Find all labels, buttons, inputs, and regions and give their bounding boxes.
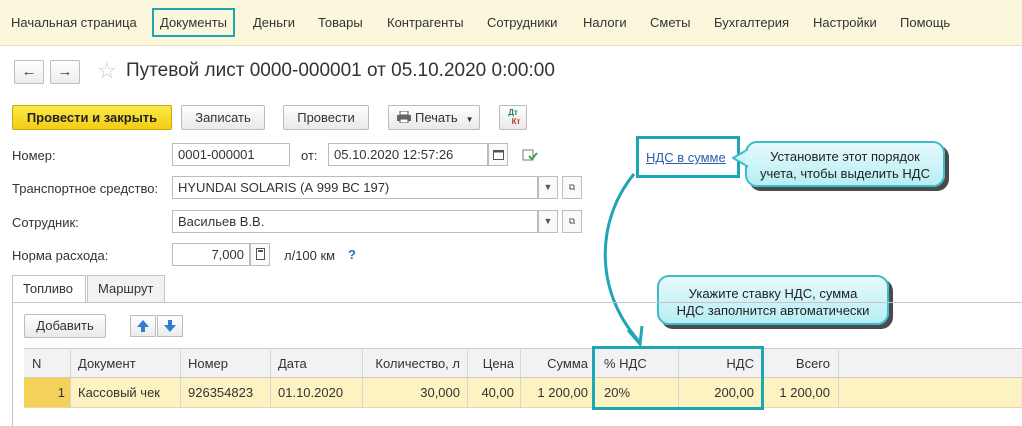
cell-n[interactable]: 1 <box>24 378 70 407</box>
chevron-down-icon: ▼ <box>543 182 553 192</box>
arrow-left-icon: ← <box>21 63 37 80</box>
chevron-down-icon: ▼ <box>543 216 553 226</box>
arrow-right-icon: → <box>57 63 73 80</box>
move-down-button[interactable] <box>157 315 183 337</box>
calculator-button[interactable] <box>250 243 270 266</box>
column-divider <box>520 348 521 408</box>
employee-field[interactable]: Васильев В.В. <box>172 210 538 233</box>
menu-item-taxes[interactable]: Налоги <box>583 15 627 30</box>
open-link-icon: ⧉ <box>568 216 576 226</box>
post-button[interactable]: Провести <box>283 105 369 130</box>
column-divider <box>180 348 181 408</box>
cell-price[interactable]: 40,00 <box>474 378 514 407</box>
menu-item-documents[interactable]: Документы <box>152 8 236 37</box>
employee-dropdown-button[interactable]: ▼ <box>538 210 558 233</box>
tab-route[interactable]: Маршрут <box>87 275 165 302</box>
arrow-down-icon <box>164 320 176 332</box>
cell-date[interactable]: 01.10.2020 <box>278 378 343 407</box>
menu-item-accounting[interactable]: Бухгалтерия <box>714 15 789 30</box>
calculator-icon <box>255 248 265 260</box>
calendar-icon <box>492 150 504 160</box>
add-row-button[interactable]: Добавить <box>24 314 106 338</box>
column-divider <box>270 348 271 408</box>
dt-label: Дт <box>508 108 518 117</box>
employee-open-button[interactable]: ⧉ <box>562 210 582 233</box>
top-menu: Начальная страница Документы Деньги Това… <box>0 0 1022 46</box>
chevron-down-icon: ▼ <box>465 115 474 124</box>
cell-total[interactable]: 1 200,00 <box>764 378 830 407</box>
vehicle-open-button[interactable]: ⧉ <box>562 176 582 199</box>
col-sum[interactable]: Сумма <box>524 349 588 378</box>
consumption-rate-unit: л/100 км <box>284 248 336 263</box>
cell-number[interactable]: 926354823 <box>188 378 253 407</box>
employee-label: Сотрудник: <box>12 215 79 230</box>
back-button[interactable]: ← <box>14 60 44 84</box>
date-label: от: <box>301 148 318 163</box>
print-button[interactable]: Печать ▼ <box>388 105 480 130</box>
calendar-button[interactable] <box>488 143 508 166</box>
callout-pointer-icon <box>732 148 748 168</box>
move-up-button[interactable] <box>130 315 156 337</box>
vat-in-amount-link[interactable]: НДС в сумме <box>646 150 726 165</box>
number-field[interactable]: 0001-000001 <box>172 143 290 166</box>
column-divider <box>70 348 71 408</box>
callout-vat-order-line2: учета, чтобы выделить НДС <box>760 166 930 181</box>
dt-kt-button[interactable]: Дт Кт <box>499 105 527 130</box>
vehicle-dropdown-button[interactable]: ▼ <box>538 176 558 199</box>
arrow-up-icon <box>137 320 149 332</box>
date-field[interactable]: 05.10.2020 12:57:26 <box>328 143 488 166</box>
tab-fuel[interactable]: Топливо <box>12 275 86 303</box>
col-number[interactable]: Номер <box>188 349 228 378</box>
cell-quantity[interactable]: 30,000 <box>360 378 460 407</box>
help-question-icon[interactable]: ? <box>348 247 356 262</box>
menu-item-home[interactable]: Начальная страница <box>11 15 137 30</box>
consumption-rate-field[interactable]: 7,000 <box>172 243 250 266</box>
print-label: Печать <box>415 110 458 125</box>
col-date[interactable]: Дата <box>278 349 307 378</box>
col-price[interactable]: Цена <box>474 349 514 378</box>
menu-item-counterparties[interactable]: Контрагенты <box>387 15 464 30</box>
menu-item-estimates[interactable]: Сметы <box>650 15 690 30</box>
callout-vat-rate-line1: Укажите ставку НДС, сумма <box>688 286 858 301</box>
favorite-star-icon[interactable]: ☆ <box>97 58 117 84</box>
forward-button[interactable]: → <box>50 60 80 84</box>
post-and-close-button[interactable]: Провести и закрыть <box>12 105 172 130</box>
column-divider <box>467 348 468 408</box>
consumption-rate-label: Норма расхода: <box>12 248 109 263</box>
cell-sum[interactable]: 1 200,00 <box>524 378 588 407</box>
menu-item-employees[interactable]: Сотрудники <box>487 15 557 30</box>
table-row[interactable]: 1 Кассовый чек 926354823 01.10.2020 30,0… <box>24 378 1022 408</box>
kt-label: Кт <box>511 117 521 126</box>
page-title: Путевой лист 0000-000001 от 05.10.2020 0… <box>126 60 555 81</box>
printer-icon <box>397 110 411 124</box>
document-status-icon <box>522 148 538 165</box>
col-document[interactable]: Документ <box>78 349 136 378</box>
callout-vat-order: Установите этот порядок учета, чтобы выд… <box>745 141 945 187</box>
save-button[interactable]: Записать <box>181 105 265 130</box>
open-link-icon: ⧉ <box>568 182 576 192</box>
menu-item-money[interactable]: Деньги <box>253 15 295 30</box>
vehicle-label: Транспортное средство: <box>12 181 159 196</box>
vehicle-field[interactable]: HYUNDAI SOLARIS (А 999 ВС 197) <box>172 176 538 199</box>
table-header: N Документ Номер Дата Количество, л Цена… <box>24 348 1022 378</box>
column-divider <box>362 348 363 408</box>
col-quantity[interactable]: Количество, л <box>360 349 460 378</box>
callout-vat-order-line1: Установите этот порядок <box>770 149 920 164</box>
number-label: Номер: <box>12 148 56 163</box>
menu-item-goods[interactable]: Товары <box>318 15 363 30</box>
menu-item-help[interactable]: Помощь <box>900 15 950 30</box>
vat-columns-highlight <box>592 346 764 410</box>
menu-item-settings[interactable]: Настройки <box>813 15 877 30</box>
col-total[interactable]: Всего <box>764 349 830 378</box>
col-n[interactable]: N <box>32 349 41 378</box>
cell-document[interactable]: Кассовый чек <box>78 378 160 407</box>
column-divider <box>838 348 839 408</box>
